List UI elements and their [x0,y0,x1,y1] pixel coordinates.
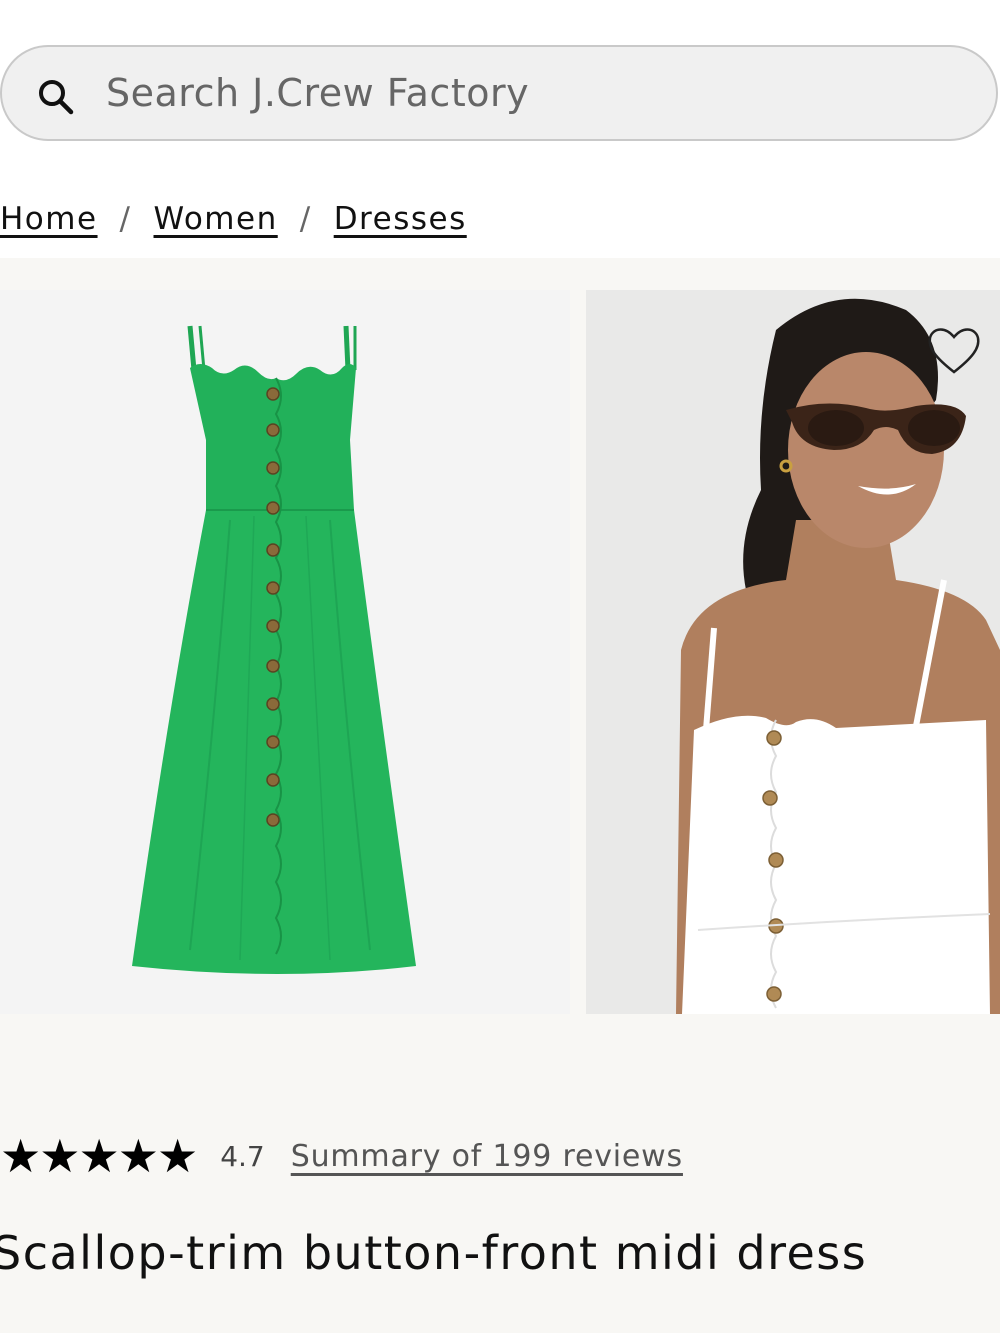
green-dress-illustration [132,325,416,974]
breadcrumb-separator: / [119,201,132,237]
breadcrumb-separator: / [299,201,312,237]
breadcrumb-home[interactable]: Home [0,201,98,237]
breadcrumb-dresses[interactable]: Dresses [334,201,467,237]
search-icon[interactable] [36,77,76,117]
breadcrumb: Home / Women / Dresses [0,196,467,242]
star-rating-icon: ★★★★★ [0,1129,198,1183]
heart-icon[interactable] [926,324,982,376]
product-image-green-dress[interactable] [0,290,570,1014]
reviews-summary-link[interactable]: Summary of 199 reviews [291,1139,683,1174]
search-input[interactable] [106,65,966,121]
product-title: Scallop-trim button-front midi dress [0,1226,868,1280]
product-rating: ★★★★★ 4.7 Summary of 199 reviews [0,1128,683,1184]
search-bar[interactable] [0,45,998,141]
rating-value: 4.7 [220,1139,265,1173]
product-image-model[interactable] [586,290,1000,1014]
model-illustration [586,290,1000,1014]
breadcrumb-women[interactable]: Women [154,201,278,237]
